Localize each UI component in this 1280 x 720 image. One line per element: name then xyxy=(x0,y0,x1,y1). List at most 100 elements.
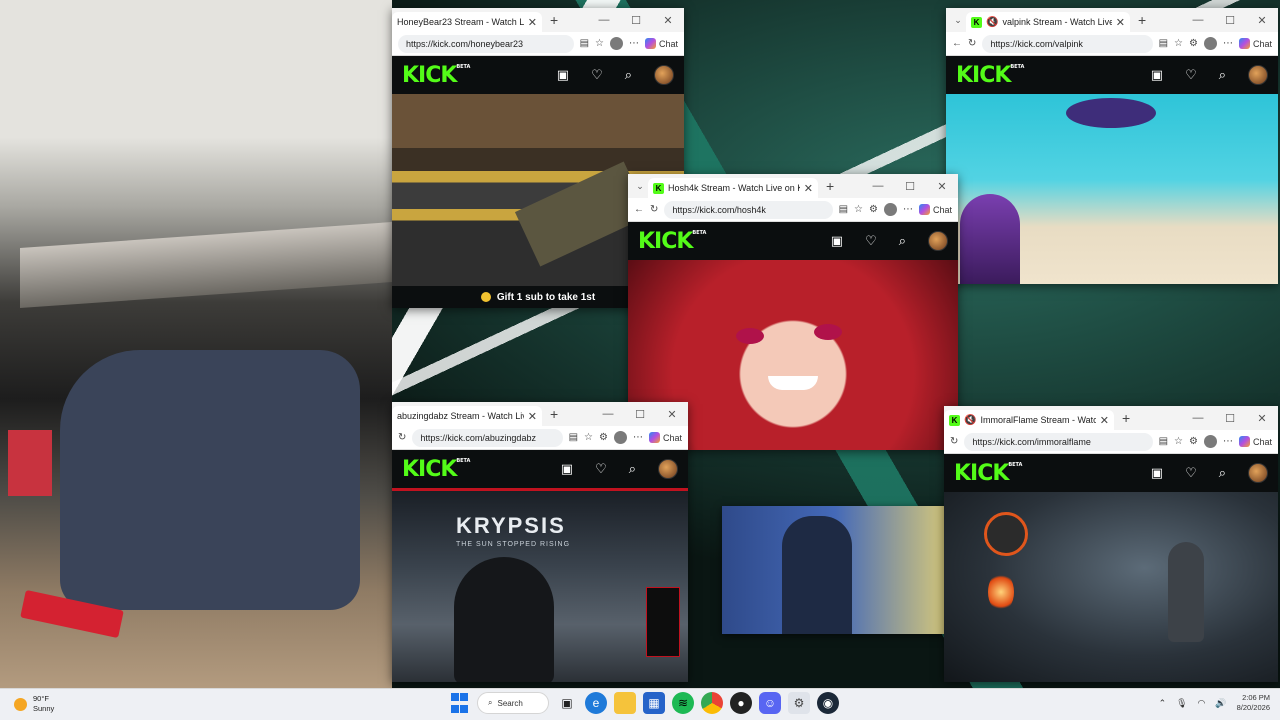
tab-actions-icon[interactable]: ⌄ xyxy=(632,181,648,192)
clock[interactable]: 2:06 PM 8/20/2026 xyxy=(1237,693,1270,713)
room-camera-overlay[interactable] xyxy=(722,506,948,634)
star-icon[interactable]: ☆ xyxy=(1174,38,1183,49)
maximize-icon[interactable]: ☐ xyxy=(620,14,652,27)
reload-icon[interactable]: ↻ xyxy=(968,38,976,49)
clip-icon[interactable]: ▣ xyxy=(831,233,843,249)
stream-video[interactable] xyxy=(946,94,1278,284)
kick-logo[interactable]: KICK BETA xyxy=(954,461,1022,486)
wifi-icon[interactable]: ◠ xyxy=(1198,698,1206,709)
tab-actions-icon[interactable]: ⌄ xyxy=(950,15,966,26)
spotify-icon[interactable]: ≋ xyxy=(672,692,694,714)
maximize-icon[interactable]: ☐ xyxy=(894,180,926,193)
profile-avatar[interactable] xyxy=(883,203,897,216)
obs-icon[interactable]: ● xyxy=(730,692,752,714)
minimize-icon[interactable]: — xyxy=(592,408,624,421)
user-avatar[interactable] xyxy=(658,459,678,479)
maximize-icon[interactable]: ☐ xyxy=(1214,412,1246,425)
heart-icon[interactable]: ♡ xyxy=(1185,67,1197,83)
copilot-chat-button[interactable]: Chat xyxy=(1238,436,1272,447)
user-avatar[interactable] xyxy=(1248,463,1268,483)
arrow-left-icon[interactable]: ← xyxy=(952,38,962,49)
arrow-left-icon[interactable]: ← xyxy=(634,204,644,215)
close-icon[interactable]: ✕ xyxy=(1246,412,1278,425)
webcam-window[interactable] xyxy=(0,0,392,688)
search-icon[interactable]: ⌕ xyxy=(899,233,906,249)
extensions-icon[interactable]: ⚙ xyxy=(1189,38,1198,49)
search-icon[interactable]: ⌕ xyxy=(1219,465,1226,481)
extensions-icon[interactable]: ⚙ xyxy=(1189,436,1198,447)
clip-icon[interactable]: ▣ xyxy=(557,67,569,83)
new-tab-button[interactable]: + xyxy=(1138,12,1146,28)
more-icon[interactable]: ⋯ xyxy=(1223,38,1233,49)
star-icon[interactable]: ☆ xyxy=(595,38,604,49)
user-avatar[interactable] xyxy=(1248,65,1268,85)
url-field[interactable]: https://kick.com/honeybear23 xyxy=(398,34,574,53)
browser-window-abuzingdabz[interactable]: abuzingdabz Stream - Watch Live on Kick … xyxy=(392,402,688,682)
microphone-icon[interactable]: 🎙 xyxy=(1176,698,1187,709)
kick-logo[interactable]: KICK BETA xyxy=(402,63,470,88)
reader-icon[interactable]: ▤ xyxy=(580,38,589,49)
url-field[interactable]: https://kick.com/valpink xyxy=(982,34,1153,53)
more-icon[interactable]: ⋯ xyxy=(1223,436,1233,447)
start-button[interactable] xyxy=(448,692,470,714)
reader-icon[interactable]: ▤ xyxy=(569,432,578,443)
search-icon[interactable]: ⌕ xyxy=(625,67,632,83)
volume-icon[interactable]: 🔊 xyxy=(1215,698,1226,709)
reload-icon[interactable]: ↻ xyxy=(650,204,658,215)
extensions-icon[interactable]: ⚙ xyxy=(869,204,878,215)
url-field[interactable]: https://kick.com/immoralflame xyxy=(964,432,1153,451)
browser-window-immoralflame[interactable]: K 🔇 ImmoralFlame Stream - Watch Live on … xyxy=(944,406,1278,682)
stream-video[interactable] xyxy=(944,492,1278,682)
explorer-folder-icon[interactable] xyxy=(614,692,636,714)
copilot-chat-button[interactable]: Chat xyxy=(648,432,682,443)
url-field[interactable]: https://kick.com/abuzingdabz xyxy=(412,428,563,447)
browser-window-valpink[interactable]: ⌄ K 🔇 valpink Stream - Watch Live on Kic… xyxy=(946,8,1278,284)
new-tab-button[interactable]: + xyxy=(550,12,558,28)
heart-icon[interactable]: ♡ xyxy=(1185,465,1197,481)
profile-avatar[interactable] xyxy=(1203,435,1217,448)
close-icon[interactable]: ✕ xyxy=(656,408,688,421)
clip-icon[interactable]: ▣ xyxy=(561,461,573,477)
clip-icon[interactable]: ▣ xyxy=(1151,67,1163,83)
heart-icon[interactable]: ♡ xyxy=(591,67,603,83)
more-icon[interactable]: ⋯ xyxy=(629,38,639,49)
browser-tab[interactable]: K Hosh4k Stream - Watch Live on Kick ✕ xyxy=(648,178,818,198)
profile-avatar[interactable] xyxy=(609,37,623,50)
tab-close-icon[interactable]: ✕ xyxy=(528,16,537,29)
chevron-up-icon[interactable]: ⌃ xyxy=(1159,698,1167,709)
heart-icon[interactable]: ♡ xyxy=(595,461,607,477)
minimize-icon[interactable]: — xyxy=(862,180,894,193)
settings-icon[interactable]: ⚙ xyxy=(788,692,810,714)
reload-icon[interactable]: ↻ xyxy=(950,436,958,447)
copilot-chat-button[interactable]: Chat xyxy=(918,204,952,215)
tab-close-icon[interactable]: ✕ xyxy=(804,182,813,195)
kick-logo[interactable]: KICK BETA xyxy=(402,457,470,482)
tab-close-icon[interactable]: ✕ xyxy=(1116,16,1125,29)
kick-logo[interactable]: KICK BETA xyxy=(956,63,1024,88)
weather-widget[interactable]: 90°F Sunny xyxy=(14,694,54,714)
minimize-icon[interactable]: — xyxy=(588,14,620,27)
discord-icon[interactable]: ☺ xyxy=(759,692,781,714)
tab-close-icon[interactable]: ✕ xyxy=(528,410,537,423)
search-icon[interactable]: ⌕ xyxy=(1219,67,1226,83)
minimize-icon[interactable]: — xyxy=(1182,412,1214,425)
profile-avatar[interactable] xyxy=(1203,37,1217,50)
task-view-icon[interactable]: ▣ xyxy=(556,692,578,714)
tab-close-icon[interactable]: ✕ xyxy=(1100,414,1109,427)
browser-tab[interactable]: K 🔇 ImmoralFlame Stream - Watch Live on … xyxy=(944,410,1114,430)
copilot-chat-button[interactable]: Chat xyxy=(644,38,678,49)
extensions-icon[interactable]: ⚙ xyxy=(599,432,608,443)
new-tab-button[interactable]: + xyxy=(550,406,558,422)
star-icon[interactable]: ☆ xyxy=(854,204,863,215)
kick-logo[interactable]: KICK BETA xyxy=(638,229,706,254)
close-icon[interactable]: ✕ xyxy=(1246,14,1278,27)
close-icon[interactable]: ✕ xyxy=(652,14,684,27)
reload-icon[interactable]: ↻ xyxy=(398,432,406,443)
store-icon[interactable]: ▦ xyxy=(643,692,665,714)
steam-icon[interactable]: ◉ xyxy=(817,692,839,714)
browser-tab[interactable]: abuzingdabz Stream - Watch Live on Kick … xyxy=(392,406,542,426)
reader-icon[interactable]: ▤ xyxy=(839,204,848,215)
reader-icon[interactable]: ▤ xyxy=(1159,436,1168,447)
stream-video[interactable]: KRYPSIS THE SUN STOPPED RISING xyxy=(392,488,688,682)
search-icon[interactable]: ⌕ xyxy=(629,461,636,477)
